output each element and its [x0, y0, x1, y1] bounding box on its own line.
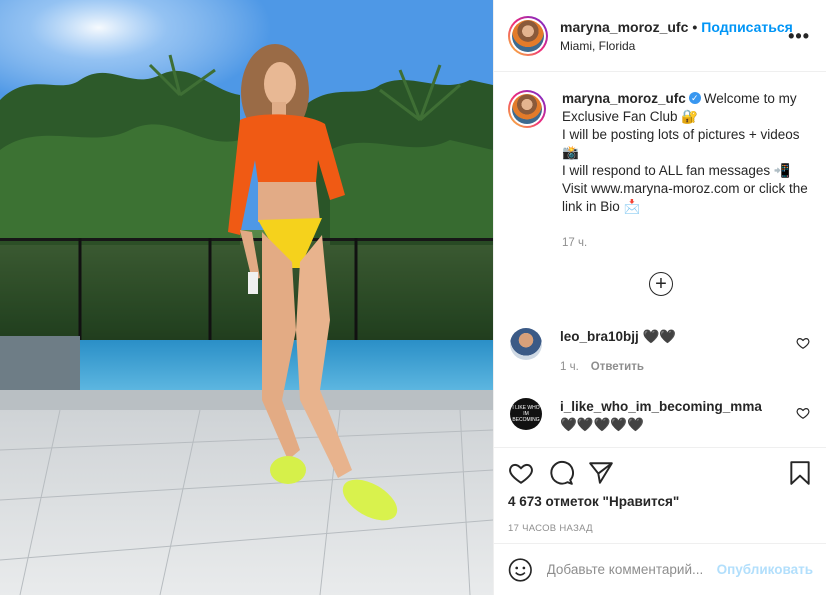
separator-dot: • [692, 18, 698, 35]
instagram-post: maryna_moroz_ufc • Подписаться Miami, Fl… [0, 0, 826, 595]
caption-username[interactable]: maryna_moroz_ufc [562, 91, 686, 106]
emoji-icon[interactable] [508, 557, 533, 583]
author-avatar[interactable] [508, 15, 548, 56]
comment-text: 🖤🖤 [642, 329, 677, 344]
bookmark-icon[interactable] [787, 460, 813, 486]
comment-time[interactable]: 1 ч. [560, 361, 579, 373]
follow-button[interactable]: Подписаться [701, 19, 793, 35]
author-username[interactable]: maryna_moroz_ufc [560, 19, 688, 35]
post-sidebar: maryna_moroz_ufc • Подписаться Miami, Fl… [493, 0, 826, 595]
add-comment-bar: Опубликовать [494, 543, 826, 595]
caption-line-4: Visit www.maryna-moroz.com or click the … [562, 181, 808, 214]
commenter-avatar[interactable]: I LIKE WHO IM BECOMING [510, 398, 542, 430]
post-location[interactable]: Miami, Florida [560, 39, 793, 53]
reply-button[interactable]: Ответить [591, 361, 644, 373]
caption-time[interactable]: 17 ч. [562, 234, 808, 252]
comment-item: I LIKE WHO IM BECOMING i_like_who_im_beco… [510, 398, 810, 434]
caption-line-2: I will be posting lots of pictures + vid… [562, 127, 800, 160]
comment-like-heart-icon[interactable] [796, 406, 810, 420]
comment-icon[interactable] [548, 460, 574, 486]
likes-count[interactable]: 4 673 отметок "Нравится" [508, 494, 813, 509]
heart-icon[interactable] [508, 460, 534, 486]
comment-item: leo_bra10bjj 🖤🖤 1 ч. Ответить [510, 328, 810, 376]
paper-plane-icon[interactable] [588, 460, 614, 486]
comment-username[interactable]: leo_bra10bjj [560, 329, 639, 344]
posted-time[interactable]: 17 ЧАСОВ НАЗАД [508, 523, 813, 534]
comment-username[interactable]: i_like_who_im_becoming_mma [560, 399, 762, 414]
post-header: maryna_moroz_ufc • Подписаться Miami, Fl… [494, 0, 826, 72]
photo-illustration [0, 0, 493, 595]
comment-like-heart-icon[interactable] [796, 336, 810, 350]
commenter-avatar[interactable] [510, 328, 542, 360]
caption-avatar[interactable] [508, 90, 546, 128]
post-photo[interactable] [0, 0, 493, 595]
comment-input[interactable] [546, 562, 715, 577]
load-more-comments-button[interactable]: + [649, 272, 673, 296]
post-actions: 4 673 отметок "Нравится" 17 ЧАСОВ НАЗАД [494, 447, 826, 543]
caption-line-3: I will respond to ALL fan messages 📲 [562, 163, 791, 178]
comment-text: 🖤🖤🖤🖤🖤 [560, 417, 645, 432]
plus-icon: + [655, 273, 667, 295]
publish-button[interactable]: Опубликовать [717, 562, 813, 577]
verified-badge-icon: ✓ [688, 92, 701, 105]
more-options-icon[interactable]: ••• [788, 26, 810, 47]
post-caption: maryna_moroz_ufc ✓ Welcome to my Exclusive… [508, 90, 808, 252]
